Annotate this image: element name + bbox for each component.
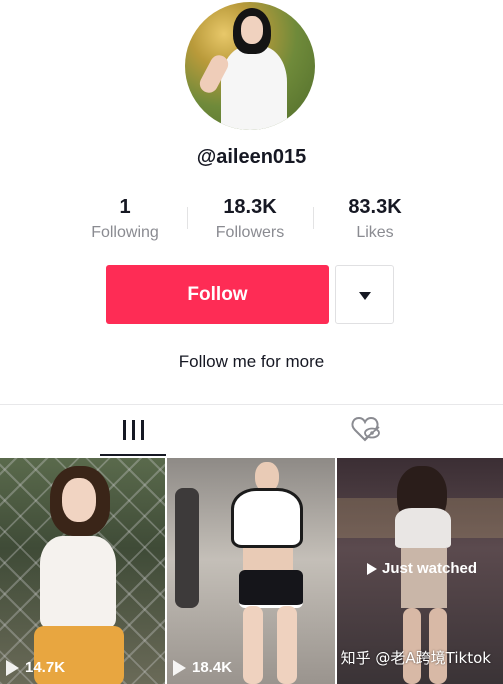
tile-figure-shorts bbox=[239, 570, 303, 608]
tile-figure-leg bbox=[429, 608, 447, 684]
stat-followers-value: 18.3K bbox=[223, 196, 277, 218]
tab-liked[interactable] bbox=[350, 414, 384, 444]
stat-likes-label: Likes bbox=[356, 224, 394, 241]
liked-hidden-heart-icon bbox=[351, 416, 380, 442]
stat-followers[interactable]: 18.3K Followers bbox=[190, 195, 310, 244]
play-count-value: 14.7K bbox=[25, 659, 66, 676]
tile-figure-face bbox=[62, 478, 96, 522]
tile-figure-leg bbox=[403, 608, 421, 684]
grid-bars-icon bbox=[123, 420, 145, 440]
profile-stats: 1 Following 18.3K Followers 83.3K Likes bbox=[0, 195, 503, 245]
profile-avatar[interactable] bbox=[185, 2, 315, 130]
stat-likes[interactable]: 83.3K Likes bbox=[315, 195, 435, 244]
just-watched-text: Just watched bbox=[382, 560, 478, 577]
play-icon bbox=[367, 562, 377, 575]
play-count-value: 18.4K bbox=[192, 659, 233, 676]
tab-videos[interactable] bbox=[100, 410, 166, 456]
profile-username: @aileen015 bbox=[196, 146, 307, 168]
play-icon bbox=[6, 659, 19, 676]
stat-following-value: 1 bbox=[119, 196, 131, 218]
play-count: 14.7K bbox=[6, 659, 65, 676]
stat-likes-value: 83.3K bbox=[348, 196, 402, 218]
stat-following-label: Following bbox=[91, 224, 159, 241]
stats-divider bbox=[187, 207, 188, 229]
just-watched-label: Just watched bbox=[367, 560, 477, 577]
active-tab-indicator bbox=[100, 454, 166, 456]
tile-figure-leg bbox=[277, 606, 297, 684]
tile-figure-top bbox=[395, 508, 451, 548]
tile-figure-top bbox=[231, 488, 303, 548]
video-tile[interactable]: 18.4K bbox=[167, 458, 335, 684]
tile-figure-top bbox=[40, 536, 116, 628]
follow-button[interactable]: Follow bbox=[106, 265, 329, 324]
stats-divider bbox=[313, 207, 314, 229]
tabs-divider bbox=[0, 404, 503, 405]
more-options-button[interactable] bbox=[335, 265, 394, 324]
play-icon bbox=[173, 659, 186, 676]
video-tile[interactable]: 14.7K bbox=[0, 458, 165, 684]
stat-followers-label: Followers bbox=[215, 224, 285, 241]
tile-figure-leg bbox=[243, 606, 263, 684]
profile-bio: Follow me for more bbox=[178, 352, 325, 371]
caret-down-icon bbox=[359, 292, 371, 300]
stat-following[interactable]: 1 Following bbox=[65, 195, 185, 244]
watermark: 知乎 @老A跨境Tiktok bbox=[340, 649, 491, 667]
play-count: 18.4K bbox=[173, 659, 232, 676]
tile-figure-shorts bbox=[401, 548, 447, 608]
avatar-figure-face bbox=[241, 16, 263, 44]
tile-background-person bbox=[175, 488, 199, 608]
video-grid: 14.7K 18.4K Just watched 知乎 @老A跨境Tiktok bbox=[0, 458, 503, 684]
avatar-figure-torso bbox=[221, 46, 287, 130]
